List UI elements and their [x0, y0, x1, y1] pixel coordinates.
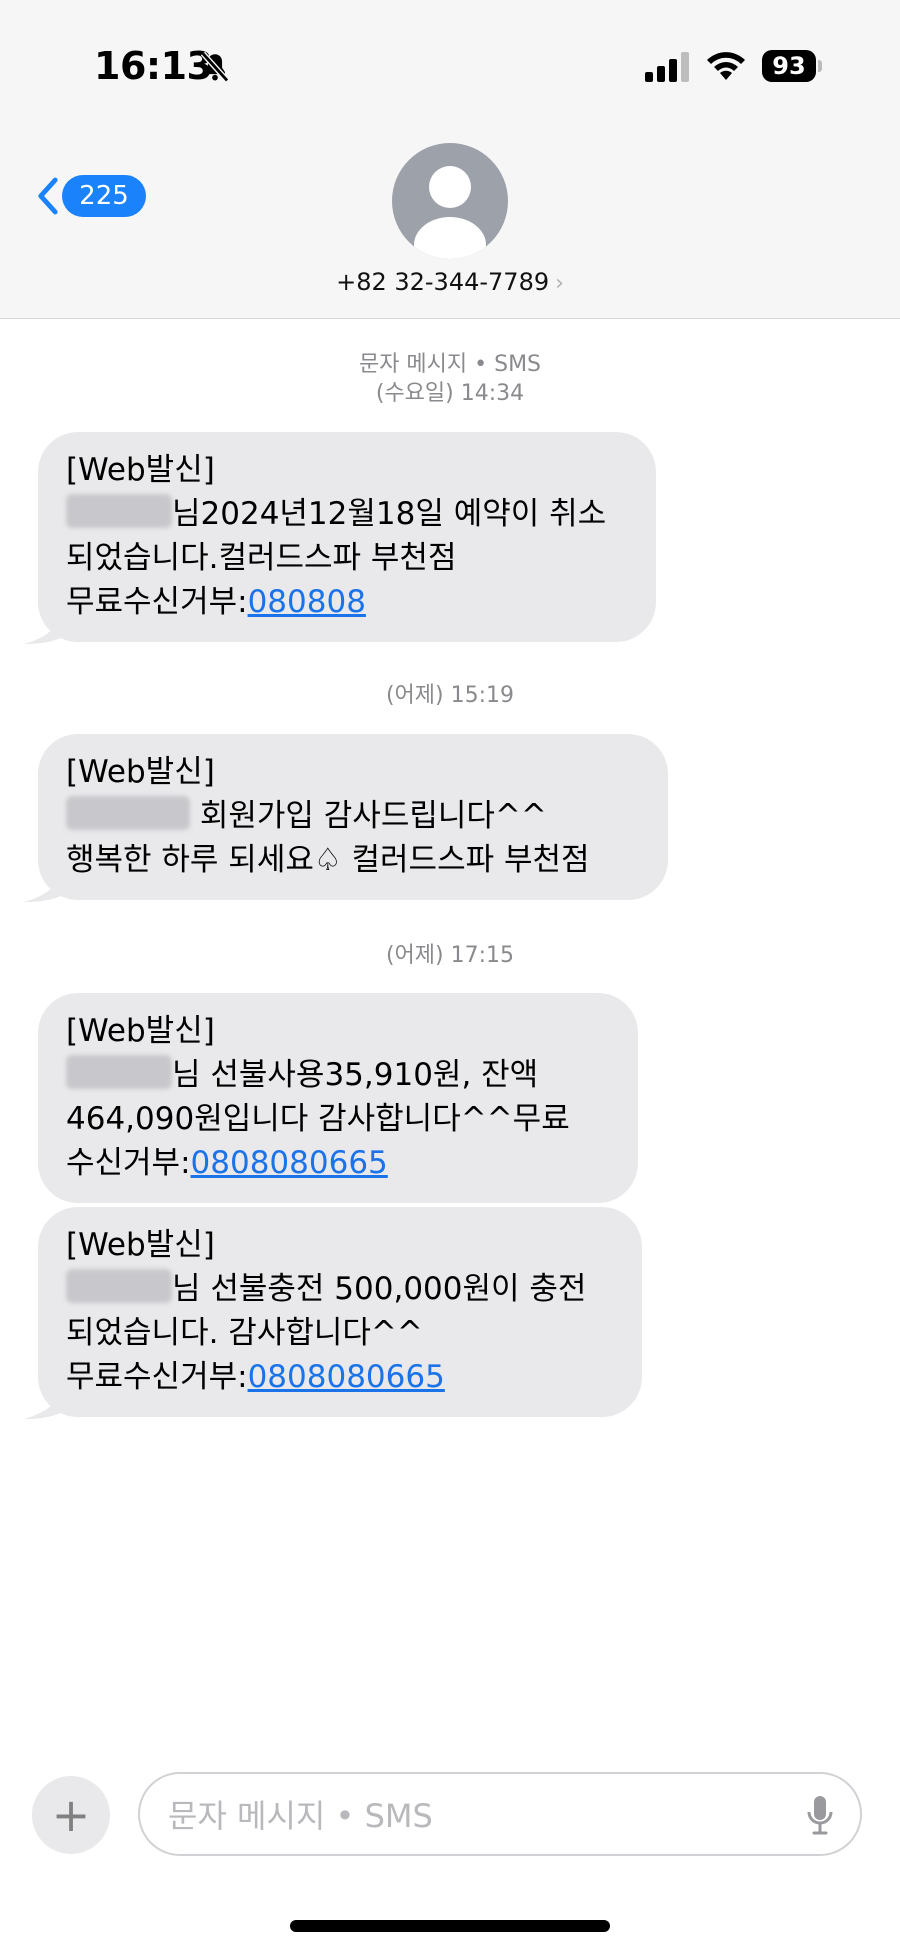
- redacted-name: [66, 796, 190, 830]
- message-line: [Web발신]: [66, 452, 215, 488]
- add-attachment-button[interactable]: +: [32, 1776, 110, 1854]
- bubble-tail: [24, 868, 64, 902]
- phone-link[interactable]: 0808080665: [248, 1359, 445, 1395]
- message-bubble[interactable]: [Web발신] 님 선불사용35,910원, 잔액 464,090원입니다 감사…: [38, 993, 638, 1203]
- message-timestamp: (어제) 15:19: [385, 683, 515, 708]
- person-icon: [414, 166, 486, 259]
- battery-level: 93: [762, 50, 816, 82]
- chevron-right-icon: ›: [555, 271, 564, 296]
- message-line: [Web발신]: [66, 1013, 215, 1049]
- home-indicator[interactable]: [290, 1920, 610, 1932]
- message-timestamp: (수요일) 14:34: [375, 381, 525, 406]
- message-timestamp: (어제) 17:15: [385, 943, 515, 968]
- phone-link[interactable]: 0808080665: [191, 1145, 388, 1181]
- redacted-name: [66, 1055, 172, 1089]
- message-line: 무료수신거부:: [66, 584, 248, 620]
- message-line: 님 선불사용35,910원, 잔액: [172, 1057, 539, 1093]
- chevron-left-icon: [38, 177, 58, 215]
- message-input-placeholder: 문자 메시지 • SMS: [168, 1797, 433, 1835]
- service-label: 문자 메시지 • SMS: [358, 352, 542, 377]
- message-bubble[interactable]: [Web발신] 님2024년12월18일 예약이 취소 되었습니다.컬러드스파 …: [24, 432, 656, 644]
- phone-link[interactable]: 080808: [248, 584, 366, 620]
- battery-indicator: 93: [762, 50, 822, 82]
- plus-icon: +: [51, 1788, 91, 1842]
- bubble-tail: [24, 610, 64, 644]
- message-line: 무료수신거부:: [66, 1359, 248, 1395]
- message-line: 되었습니다.컬러드스파 부천점: [66, 540, 457, 576]
- message-line: 464,090원입니다 감사합니다^^무료: [66, 1101, 570, 1137]
- status-time: 16:13: [94, 44, 213, 88]
- battery-tip: [818, 60, 822, 72]
- message-input[interactable]: 문자 메시지 • SMS: [138, 1772, 862, 1856]
- message-line: 수신거부:: [66, 1145, 191, 1181]
- redacted-name: [66, 1269, 172, 1303]
- contact-avatar[interactable]: [392, 143, 508, 259]
- contact-number: +82 32-344-7789: [336, 268, 550, 296]
- message-line: 회원가입 감사드립니다^^: [190, 798, 547, 834]
- bell-slash-icon: [200, 51, 230, 83]
- back-button[interactable]: 225: [36, 170, 146, 222]
- message-line: 님2024년12월18일 예약이 취소: [172, 496, 607, 532]
- message-bubble[interactable]: [Web발신] 님 선불충전 500,000원이 충전 되었습니다. 감사합니다…: [24, 1207, 642, 1419]
- message-line: 되었습니다. 감사합니다^^: [66, 1315, 423, 1351]
- message-line: 님 선불충전 500,000원이 충전: [172, 1271, 587, 1307]
- conversation-header: 16:13 93 225 +82 32-344-7789 ›: [0, 0, 900, 319]
- unread-count-badge: 225: [62, 175, 146, 217]
- microphone-icon[interactable]: [806, 1794, 834, 1836]
- message-bubble[interactable]: [Web발신] 회원가입 감사드립니다^^ 행복한 하루 되세요♤ 컬러드스파 …: [24, 734, 668, 902]
- redacted-name: [66, 494, 172, 528]
- message-line: [Web발신]: [66, 754, 215, 790]
- cellular-signal-icon: [645, 52, 689, 82]
- message-line: [Web발신]: [66, 1227, 215, 1263]
- wifi-icon: [707, 52, 745, 80]
- message-line: 행복한 하루 되세요♤ 컬러드스파 부천점: [66, 842, 590, 878]
- contact-name-button[interactable]: +82 32-344-7789 ›: [0, 268, 900, 296]
- bubble-tail: [24, 1385, 64, 1419]
